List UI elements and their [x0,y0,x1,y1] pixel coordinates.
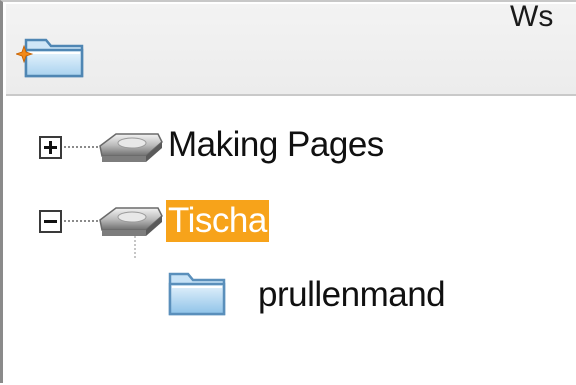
tree-item-label[interactable]: Making Pages [168,124,384,166]
collapse-button[interactable] [39,210,62,233]
tree-item-prullenmand: prullenmand [6,268,576,322]
drive-icon[interactable] [94,126,164,166]
tree-item-label[interactable]: prullenmand [258,274,446,316]
toolbar: Ws [6,4,576,96]
minus-horizontal [44,220,57,223]
folder-tree: Making Pages Tischa prullenmand [6,96,576,385]
expand-button[interactable] [39,136,62,159]
corner-glyph-text: Ws [510,4,553,33]
tree-item-making-pages: Making Pages [6,118,576,172]
drive-icon[interactable] [94,200,164,240]
plus-vertical [49,141,52,154]
tree-item-label-selected[interactable]: Tischa [166,200,269,242]
explorer-window: Ws Making Pages Tischa prullenmand [0,0,576,383]
toolbar-partial-glyph: Ws [506,4,566,38]
new-folder-icon [14,38,84,78]
tree-connector [64,146,98,148]
tree-item-tischa: Tischa [6,196,576,250]
new-folder-button[interactable] [14,32,90,84]
folder-icon[interactable] [166,268,228,320]
tree-connector [64,220,98,222]
